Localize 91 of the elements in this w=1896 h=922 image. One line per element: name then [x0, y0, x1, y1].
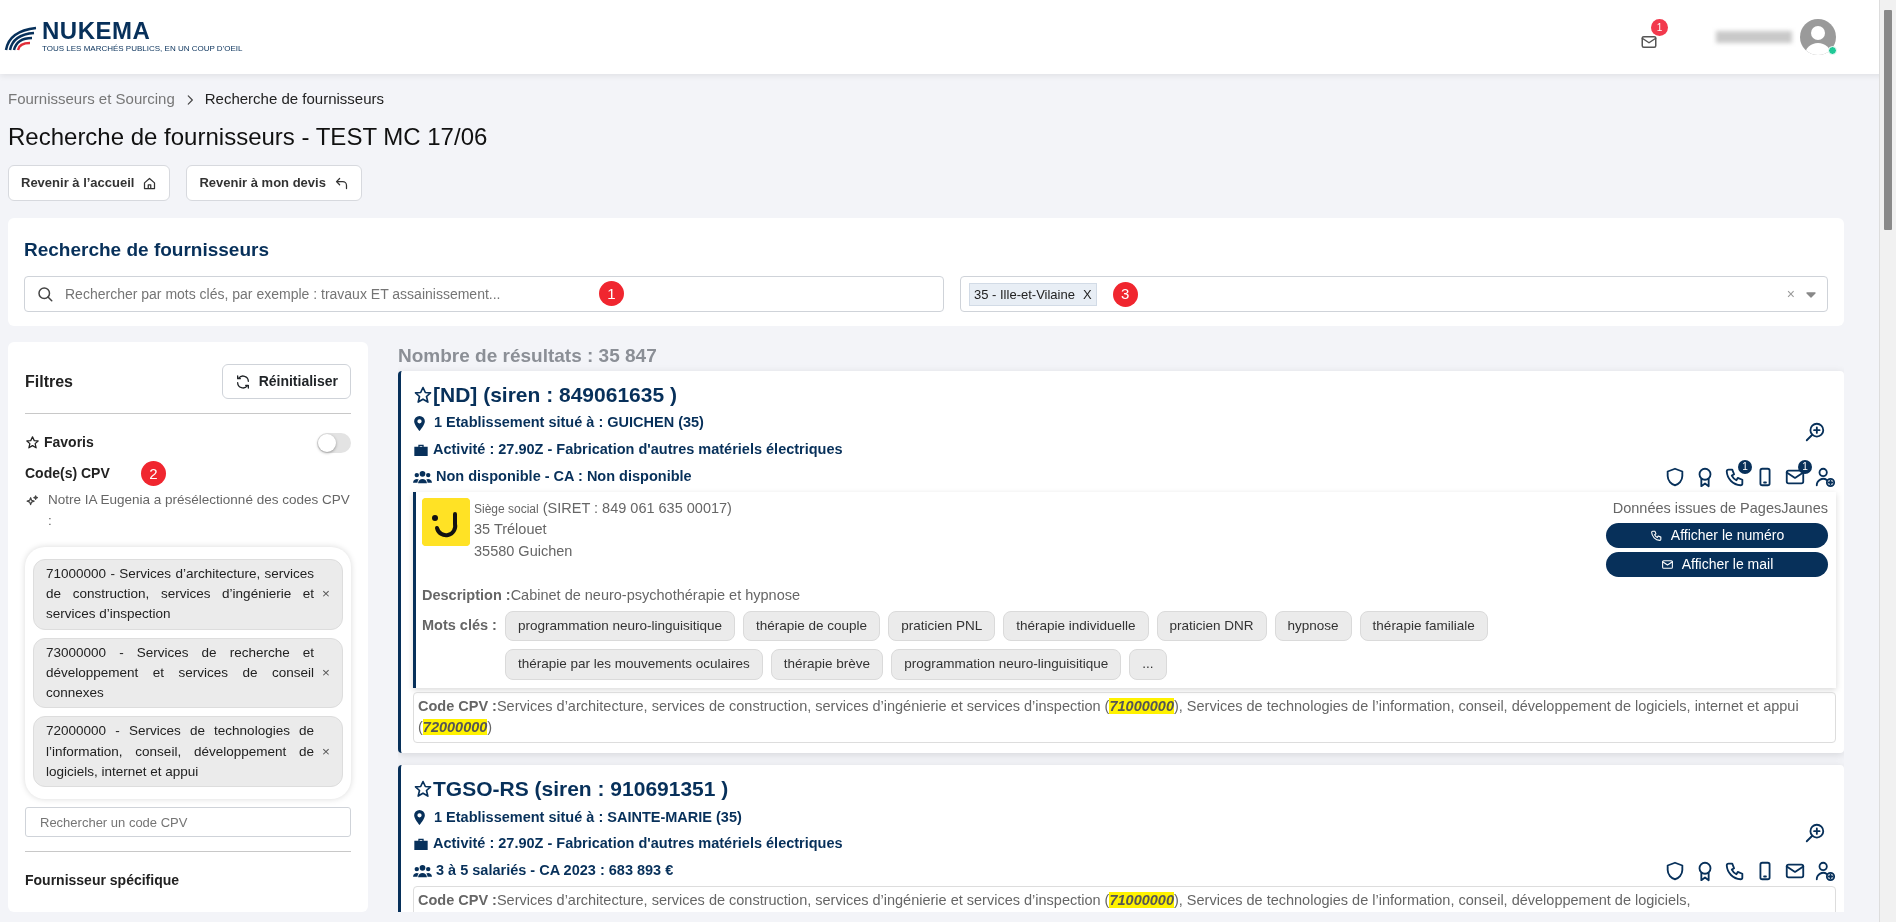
star-icon	[413, 778, 433, 799]
panel-title: Recherche de fournisseurs	[24, 237, 270, 262]
reset-button[interactable]: Réinitialiser	[221, 364, 351, 400]
filters-title: Filtres	[25, 371, 73, 392]
phone-icon	[1649, 529, 1663, 543]
cpv-chip-text: 72000000 - Services de technologies de l’information, conseil, développement de logiciels, internet et appui	[46, 722, 315, 781]
zoom-in-icon	[1804, 821, 1826, 844]
supplier-name: TGSO-RS (siren : 910691351 )	[433, 776, 729, 803]
favorite-star-button[interactable]	[413, 384, 433, 405]
location-text: 1 Etablissement situé à : GUICHEN (35)	[434, 413, 704, 433]
remove-chip-button[interactable]: ×	[322, 662, 330, 684]
keyword-tag: programmation neuro-linguisitique	[504, 611, 736, 642]
staff-revenue-text: Non disponible - CA : Non disponible	[436, 466, 692, 486]
cpv-chip-text: 71000000 - Services d’architecture, services de construction, services d’ingénierie et services d’inspection	[46, 564, 315, 624]
keyword-tag: hypnose	[1274, 611, 1352, 642]
logo-tagline: TOUS LES MARCHÉS PUBLICS, EN UN COUP D'OEIL	[42, 43, 243, 55]
shield-icon	[1664, 859, 1686, 882]
favorite-star-button[interactable]	[413, 778, 433, 799]
page-title: Recherche de fournisseurs - TEST MC 17/06	[8, 122, 489, 152]
description-text: Description :Cabinet de neuro-psychothérapie et hypnose	[422, 586, 802, 606]
address-line: 35580 Guichen	[474, 542, 574, 562]
cpv-label: Code(s) CPV	[25, 464, 111, 484]
show-number-button[interactable]: Afficher le numéro	[1606, 523, 1828, 549]
briefcase-icon	[413, 442, 429, 457]
keyword-tag: ...	[1129, 649, 1167, 680]
keyword-tag: thérapie brève	[770, 649, 884, 680]
location-pin-icon	[413, 809, 426, 825]
add-user-button[interactable]	[1814, 465, 1836, 488]
location-tag: 35 - Ille-et-Vilaine X	[969, 282, 1097, 307]
keyword-tag: thérapie de couple	[743, 611, 881, 642]
keyword-tag: praticien PNL	[888, 611, 996, 642]
back-arrow-icon	[333, 175, 349, 191]
activity-text: Activité : 27.90Z - Fabrication d'autres matériels électriques	[433, 834, 843, 854]
step-marker: 2	[141, 461, 166, 487]
results-count: Nombre de résultats : 35 847	[398, 344, 658, 369]
activity-text: Activité : 27.90Z - Fabrication d'autres matériels électriques	[433, 440, 843, 460]
user-avatar[interactable]	[1800, 19, 1836, 55]
keywords-label: Mots clés :	[422, 616, 497, 636]
keyword-tag: thérapie individuelle	[1003, 611, 1149, 642]
keyword-tag: programmation neuro-linguisitique	[891, 649, 1122, 680]
breadcrumb-item[interactable]: Fournisseurs et Sourcing	[8, 88, 175, 111]
ai-note: Notre IA Eugenia a présélectionné des codes CPV :	[48, 491, 351, 530]
logo-text: NUKEMA	[42, 19, 152, 43]
data-source-text: Données issues de PagesJaunes	[1612, 498, 1828, 518]
shield-button[interactable]	[1664, 465, 1686, 488]
cpv-search-field[interactable]: Rechercher un code CPV	[25, 807, 351, 838]
add-user-icon	[1814, 859, 1836, 882]
location-pin-icon	[413, 415, 426, 431]
shield-button[interactable]	[1664, 859, 1686, 882]
star-icon	[413, 384, 433, 405]
keyword-tag: thérapie familiale	[1359, 611, 1488, 642]
phone-button[interactable]: 1	[1724, 459, 1752, 488]
remove-tag-button[interactable]: X	[1082, 284, 1092, 305]
notification-badge: 1	[1651, 19, 1668, 36]
keyword-tag: thérapie par les mouvements oculaires	[504, 649, 763, 680]
count-badge: 1	[1798, 459, 1812, 474]
refresh-icon	[234, 373, 251, 390]
home-button[interactable]: Revenir à l’accueil	[8, 165, 171, 201]
location-text: 1 Etablissement situé à : SAINTE-MARIE (35)	[434, 807, 742, 827]
location-select[interactable]: 35 - Ille-et-Vilaine X 3 ×	[960, 276, 1828, 313]
messages-button[interactable]: 1	[1638, 19, 1668, 55]
show-email-button[interactable]: Afficher le mail	[1606, 552, 1828, 578]
cpv-chip-text: 73000000 - Services de recherche et développement et services de conseil connexes	[46, 643, 315, 703]
remove-chip-button[interactable]: ×	[322, 584, 330, 605]
briefcase-icon	[413, 837, 429, 852]
home-icon	[142, 175, 158, 191]
users-icon	[413, 469, 432, 484]
breadcrumb-item: Recherche de fournisseurs	[204, 89, 384, 109]
address-line: 35 Trélouet	[474, 520, 548, 540]
add-user-icon	[1814, 465, 1836, 488]
favorites-label: Favoris	[44, 433, 94, 453]
zoom-in-icon	[1804, 421, 1826, 444]
staff-revenue-text: 3 à 5 salariés - CA 2023 : 683 893 €	[436, 861, 674, 881]
mail-button[interactable]: 1	[1784, 459, 1812, 488]
siret-text: (SIRET : 849 061 635 00017)	[542, 499, 732, 516]
search-icon	[36, 285, 54, 304]
add-user-button[interactable]	[1814, 859, 1836, 882]
specific-supplier-label: Fournisseur spécifique	[25, 871, 181, 891]
shield-icon	[1664, 465, 1686, 488]
headquarters-label: Siège social	[474, 501, 539, 516]
count-badge: 1	[1738, 459, 1752, 474]
supplier-name: [ND] (siren : 849061635 )	[433, 381, 677, 408]
favorites-toggle[interactable]	[317, 432, 351, 453]
mail-icon	[1660, 558, 1674, 572]
users-icon	[413, 863, 432, 878]
step-marker: 3	[1112, 281, 1138, 307]
star-icon	[25, 435, 40, 451]
business-logo-icon	[422, 497, 470, 546]
back-button[interactable]: Revenir à mon devis	[186, 165, 362, 201]
remove-chip-button[interactable]: ×	[322, 741, 330, 762]
keyword-tag: praticien DNR	[1156, 611, 1267, 642]
